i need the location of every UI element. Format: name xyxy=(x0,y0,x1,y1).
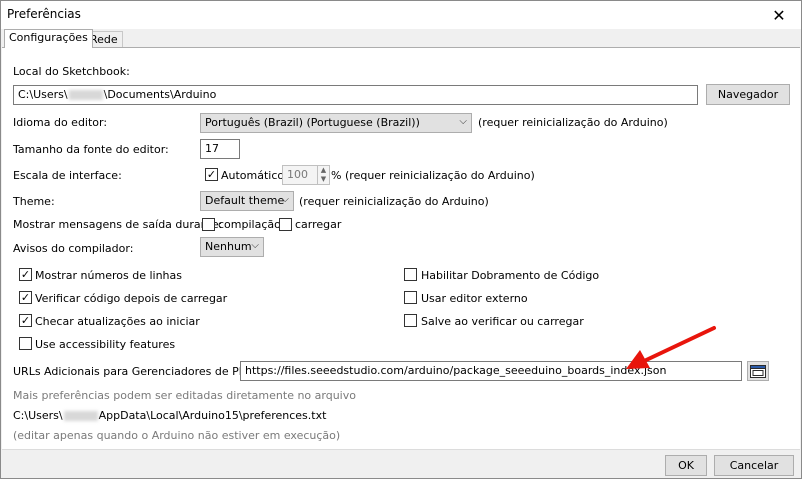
verbose-compile-label: compilação xyxy=(218,218,281,231)
verbose-compile-checkbox[interactable] xyxy=(202,218,215,231)
save-on-verify-label: Salve ao verificar ou carregar xyxy=(421,315,584,328)
verify-after-upload-checkbox[interactable]: ✓ xyxy=(19,291,32,304)
sketchbook-path-prefix: C:\Users\ xyxy=(18,88,68,101)
code-folding-checkbox[interactable] xyxy=(404,268,417,281)
tab-configuracoes[interactable]: Configurações xyxy=(4,29,93,48)
scale-unit: % xyxy=(331,169,342,182)
spinner-arrows-icon[interactable]: ▲ ▼ xyxy=(317,166,329,184)
sketchbook-label: Local do Sketchbook: xyxy=(13,65,130,78)
language-select[interactable]: Português (Brazil) (Portuguese (Brazil))… xyxy=(200,113,472,133)
prefs-path-prefix: C:\Users\ xyxy=(13,409,63,422)
window-edit-icon xyxy=(750,364,766,378)
scale-spinner[interactable]: 100 ▲ ▼ xyxy=(282,165,330,185)
warnings-select[interactable]: Nenhum ⌵ xyxy=(200,237,264,257)
verbose-upload-label: carregar xyxy=(295,218,342,231)
title-bar: Preferências ✕ xyxy=(1,1,801,29)
check-updates-checkbox[interactable]: ✓ xyxy=(19,314,32,327)
language-value: Português (Brazil) (Portuguese (Brazil)) xyxy=(205,116,420,129)
language-label: Idioma do editor: xyxy=(13,116,108,129)
line-numbers-label: Mostrar números de linhas xyxy=(35,269,182,282)
scale-auto-label: Automático xyxy=(221,169,285,182)
red-arrow-annotation xyxy=(626,326,716,369)
external-editor-label: Usar editor externo xyxy=(421,292,528,305)
theme-note: (requer reinicialização do Arduino) xyxy=(299,195,489,208)
external-editor-checkbox[interactable] xyxy=(404,291,417,304)
tab-strip: Configurações Rede xyxy=(1,29,801,48)
theme-select[interactable]: Default theme ⌵ xyxy=(200,191,294,211)
accessibility-checkbox[interactable] xyxy=(19,337,32,350)
edit-when-closed-note: (editar apenas quando o Arduino não esti… xyxy=(13,429,341,442)
save-on-verify-checkbox[interactable] xyxy=(404,314,417,327)
scale-auto-checkbox[interactable]: ✓ xyxy=(205,168,218,181)
scale-note: (requer reinicialização do Arduino) xyxy=(345,169,535,182)
preferences-file-path: C:\Users\ AppData\Local\Arduino15\prefere… xyxy=(13,409,326,422)
chevron-down-icon: ⌵ xyxy=(459,116,467,127)
scale-value: 100 xyxy=(287,168,308,181)
settings-panel: Local do Sketchbook: C:\Users\ \Documents… xyxy=(2,47,800,449)
line-numbers-checkbox[interactable]: ✓ xyxy=(19,268,32,281)
language-note: (requer reinicialização do Arduino) xyxy=(478,116,668,129)
cancel-button[interactable]: Cancelar xyxy=(714,455,794,476)
check-updates-label: Checar atualizações ao iniciar xyxy=(35,315,200,328)
ok-button[interactable]: OK xyxy=(665,455,707,476)
more-prefs-note: Mais preferências podem ser editadas dir… xyxy=(13,389,356,402)
board-urls-edit-button[interactable] xyxy=(747,361,769,381)
verify-after-upload-label: Verificar código depois de carregar xyxy=(35,292,228,305)
font-size-input[interactable]: 17 xyxy=(200,139,240,159)
dialog-footer: OK Cancelar xyxy=(2,449,800,478)
verbose-label: Mostrar mensagens de saída durante: xyxy=(13,218,223,231)
window-title: Preferências xyxy=(7,7,81,21)
browse-button[interactable]: Navegador xyxy=(706,84,790,105)
warnings-label: Avisos do compilador: xyxy=(13,242,134,255)
chevron-down-icon: ⌵ xyxy=(251,240,259,251)
theme-value: Default theme xyxy=(205,194,285,207)
redacted-username xyxy=(63,411,98,421)
board-urls-label: URLs Adicionais para Gerenciadores de Pl… xyxy=(13,365,271,378)
chevron-down-icon: ⌵ xyxy=(281,194,289,205)
warnings-value: Nenhum xyxy=(205,240,252,253)
theme-label: Theme: xyxy=(13,195,55,208)
redacted-username xyxy=(68,90,103,100)
close-icon: ✕ xyxy=(772,5,786,25)
font-size-label: Tamanho da fonte do editor: xyxy=(13,143,169,156)
scale-label: Escala de interface: xyxy=(13,169,122,182)
prefs-path-suffix: AppData\Local\Arduino15\preferences.txt xyxy=(98,409,327,422)
accessibility-label: Use accessibility features xyxy=(35,338,176,351)
code-folding-label: Habilitar Dobramento de Código xyxy=(421,269,600,282)
sketchbook-path-suffix: \Documents\Arduino xyxy=(103,88,217,101)
close-button[interactable]: ✕ xyxy=(757,1,801,29)
verbose-upload-checkbox[interactable] xyxy=(279,218,292,231)
sketchbook-path-input[interactable]: C:\Users\ \Documents\Arduino xyxy=(13,85,698,105)
preferences-window: Preferências ✕ Configurações Rede Local … xyxy=(0,0,802,479)
